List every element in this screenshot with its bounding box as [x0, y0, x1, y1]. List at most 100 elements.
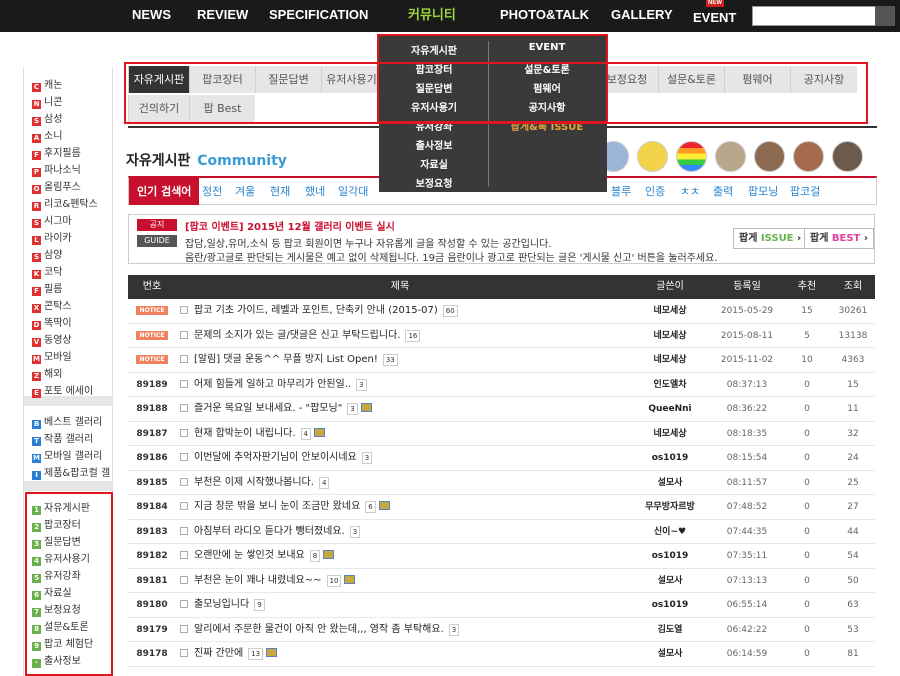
sidebar-item[interactable]: M 모바일 갤러리	[32, 448, 102, 465]
table-row[interactable]: 89183 아침부터 라디오 듣다가 뺑터졌네요. 3 신이~♥ 07:44:35 0 44	[128, 520, 875, 544]
nav-gallery[interactable]: GALLERY	[611, 0, 673, 32]
nav-community[interactable]: 커뮤니티	[408, 0, 456, 32]
search-input[interactable]	[752, 6, 876, 26]
sidebar-item[interactable]: 2 팝코장터	[32, 517, 81, 534]
avatar[interactable]	[793, 141, 824, 172]
tab-firmware[interactable]: 펌웨어	[724, 66, 790, 93]
post-author[interactable]: os1019	[628, 544, 712, 568]
table-row[interactable]: NOTICE 문제의 소지가 있는 글/댓글은 신고 부탁드립니다. 16 네모세상 2…	[128, 324, 875, 348]
post-subject[interactable]: 알리에서 주문한 물건이 아직 안 왔는데,,, 영작 좀 부탁해요. 3	[180, 618, 620, 642]
sidebar-item[interactable]: F 후지필름	[32, 145, 81, 162]
tab-suggestions[interactable]: 건의하기	[128, 95, 189, 122]
row-checkbox[interactable]	[180, 526, 188, 535]
dropdown-item-photo-outing[interactable]: 출사정보	[379, 137, 489, 152]
keyword-link[interactable]: 겨울	[235, 178, 255, 205]
post-title[interactable]: 부천은 눈이 꽤나 내렸네요~~	[194, 575, 322, 586]
dropdown-item-archive[interactable]: 자료실	[379, 156, 489, 171]
row-checkbox[interactable]	[180, 355, 188, 363]
dropdown-item-notices[interactable]: 공지사항	[492, 99, 602, 114]
row-checkbox[interactable]	[180, 624, 188, 633]
dropdown-item-event[interactable]: EVENT	[492, 42, 602, 53]
post-title[interactable]: 부천은 이제 시작했나봅니다.	[194, 477, 314, 488]
table-row[interactable]: 89180 출모닝입니다 9 os1019 06:55:14 0 63	[128, 593, 875, 618]
post-author[interactable]: 설모사	[628, 471, 712, 495]
post-author[interactable]: 네모세상	[628, 348, 712, 372]
post-author[interactable]: QueeNni	[628, 397, 712, 421]
avatar[interactable]	[832, 141, 863, 172]
keyword-link[interactable]: 했네	[305, 178, 325, 205]
table-row[interactable]: NOTICE [알림] 댓글 운동^^ 무플 방지 List Open! 33 네모세…	[128, 348, 875, 373]
sidebar-item[interactable]: L 라이카	[32, 230, 72, 247]
tab-qna[interactable]: 질문답변	[255, 66, 321, 93]
dropdown-item-user-lecture[interactable]: 유저강좌	[379, 118, 489, 133]
nav-review[interactable]: REVIEW	[197, 0, 248, 32]
sidebar-item[interactable]: S 삼성	[32, 111, 62, 128]
sidebar-item[interactable]: X 콘탁스	[32, 298, 72, 315]
post-author[interactable]: 네모세상	[628, 324, 712, 348]
sidebar-item[interactable]: O 올림푸스	[32, 179, 81, 196]
keyword-link[interactable]: 팝모닝	[748, 178, 778, 205]
post-subject[interactable]: [알림] 댓글 운동^^ 무플 방지 List Open! 33	[180, 348, 620, 372]
post-subject[interactable]: 출모닝입니다 9	[180, 593, 620, 617]
sidebar-item[interactable]: N 니콘	[32, 94, 62, 111]
post-subject[interactable]: 어제 힘들게 일하고 마무리가 안된일.. 3	[180, 373, 620, 397]
sidebar-item[interactable]: 4 유저사용기	[32, 551, 90, 568]
dropdown-item-qna[interactable]: 질문답변	[379, 80, 489, 95]
post-title[interactable]: 이번달에 추억자판기님이 안보이시네요	[194, 452, 357, 463]
table-row[interactable]: 89189 어제 힘들게 일하고 마무리가 안된일.. 3 인도엘차 08:37:13 0…	[128, 373, 875, 397]
post-author[interactable]: 무무방자르방	[628, 495, 712, 519]
sidebar-item[interactable]: T 작품 갤러리	[32, 431, 93, 448]
sidebar-item[interactable]: K 코닥	[32, 264, 62, 281]
post-subject[interactable]: 팝코 기초 가이드, 레벨과 포인트, 단축키 안내 (2015-07) 60	[180, 299, 620, 323]
dropdown-item-survey[interactable]: 설문&토론	[492, 61, 602, 76]
post-subject[interactable]: 이번달에 추억자판기님이 안보이시네요 3	[180, 446, 620, 470]
dropdown-item-retouch[interactable]: 보정요청	[379, 175, 489, 190]
keyword-link[interactable]: 정전	[202, 178, 222, 205]
post-author[interactable]: 인도엘차	[628, 373, 712, 397]
table-row[interactable]: 89184 지금 창문 밖을 보니 눈이 조금만 왔네요 6 무무방자르방 07:48:…	[128, 495, 875, 520]
table-row[interactable]: 89187 현재 합박눈이 내립니다. 4 네모세상 08:18:35 0 32	[128, 422, 875, 446]
post-subject[interactable]: 부천은 이제 시작했나봅니다. 4	[180, 471, 620, 495]
post-author[interactable]: os1019	[628, 593, 712, 617]
row-checkbox[interactable]	[180, 453, 188, 461]
post-author[interactable]: 신이~♥	[628, 520, 712, 544]
post-author[interactable]: 김도열	[628, 618, 712, 642]
row-checkbox[interactable]	[180, 306, 188, 314]
keyword-link[interactable]: 일각대	[338, 178, 368, 205]
search-button[interactable]	[875, 6, 895, 26]
sidebar-item[interactable]: E 포토 에세이	[32, 383, 93, 400]
sidebar-item[interactable]: R 리코&펜탁스	[32, 196, 98, 213]
post-subject[interactable]: 아침부터 라디오 듣다가 뺑터졌네요. 3	[180, 520, 620, 544]
avatar[interactable]	[754, 141, 785, 172]
post-title[interactable]: 즐거운 목요일 보내세요. - "팝모닝"	[194, 403, 342, 414]
nav-specification[interactable]: SPECIFICATION	[269, 0, 368, 32]
sidebar-item[interactable]: B 베스트 갤러리	[32, 414, 102, 431]
event-notice-link[interactable]: [팝코 이벤트] 2015년 12월 갤러리 이벤트 실시	[185, 218, 395, 233]
row-checkbox[interactable]	[180, 330, 188, 339]
post-title[interactable]: 현재 합박눈이 내립니다.	[194, 428, 296, 439]
avatar[interactable]	[715, 141, 746, 172]
table-row[interactable]: NOTICE 팝코 기초 가이드, 레벨과 포인트, 단축키 안내 (2015-0…	[128, 299, 875, 324]
dropdown-item-free-board[interactable]: 자유게시판	[379, 42, 489, 57]
row-checkbox[interactable]	[180, 551, 188, 559]
issue-button[interactable]: 팝게 ISSUE ›	[733, 228, 808, 249]
sidebar-item[interactable]: D 똑딱이	[32, 315, 72, 332]
sidebar-item[interactable]: 8 설문&토론	[32, 619, 89, 636]
table-row[interactable]: 89188 즐거운 목요일 보내세요. - "팝모닝" 3 QueeNni 08:36:…	[128, 397, 875, 422]
table-row[interactable]: 89182 오랜만에 눈 쌓인것 보내요 8 os1019 07:35:11 0 54	[128, 544, 875, 569]
dropdown-item-market[interactable]: 팝코장터	[379, 61, 489, 76]
post-title[interactable]: 문제의 소지가 있는 글/댓글은 신고 부탁드립니다.	[194, 330, 400, 341]
nav-news[interactable]: NEWS	[132, 0, 171, 32]
sidebar-item[interactable]: · 출사정보	[32, 653, 81, 670]
sidebar-item[interactable]: I 제품&팝코컬 갤	[32, 465, 110, 482]
dropdown-item-user-review[interactable]: 유저사용기	[379, 99, 489, 114]
sidebar-item[interactable]: S 시그마	[32, 213, 72, 230]
keyword-link[interactable]: 인증	[645, 178, 665, 205]
post-subject[interactable]: 현재 합박눈이 내립니다. 4	[180, 422, 620, 446]
post-title[interactable]: [알림] 댓글 운동^^ 무플 방지 List Open!	[194, 354, 378, 365]
sidebar-item[interactable]: S 삼양	[32, 247, 62, 264]
post-author[interactable]: 네모세상	[628, 422, 712, 446]
post-subject[interactable]: 문제의 소지가 있는 글/댓글은 신고 부탁드립니다. 16	[180, 324, 620, 348]
sidebar-item[interactable]: 6 자료실	[32, 585, 72, 602]
tab-free-board[interactable]: 자유게시판	[128, 66, 189, 93]
